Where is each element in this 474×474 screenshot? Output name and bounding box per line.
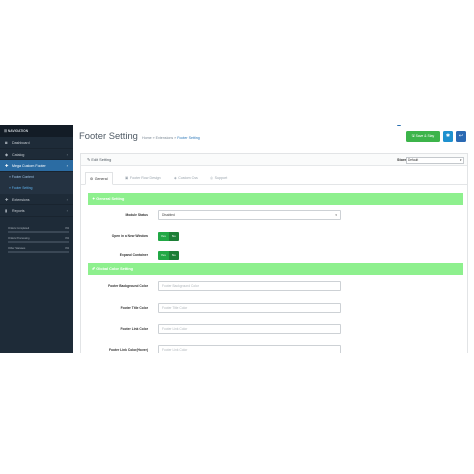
sidebar-subitem-footer-content[interactable]: » Footer Content bbox=[0, 171, 73, 183]
progress-label: Other Statuses bbox=[8, 246, 26, 250]
breadcrumb-home[interactable]: Home bbox=[142, 136, 152, 140]
expand-container-toggle[interactable]: Yes No bbox=[158, 250, 179, 260]
footer-link-hover-color-label: Footer Link Color(Hover) bbox=[108, 348, 148, 352]
expand-container-label: Expand Container bbox=[119, 253, 148, 257]
bar-chart-icon: ▮ bbox=[5, 208, 8, 213]
sidebar-item-label: Extensions bbox=[12, 197, 30, 202]
order-status-progress: Orders Completed 0% Orders Processing 0% O… bbox=[8, 227, 69, 253]
footer-link-color-label: Footer Link Color bbox=[120, 327, 148, 331]
chevron-down-icon: › bbox=[66, 163, 68, 168]
global-color-setting-header: ✐ Global Color Setting bbox=[88, 263, 463, 275]
page-title: Footer Setting bbox=[79, 130, 138, 141]
breadcrumb-separator: » bbox=[152, 136, 155, 140]
gear-icon: ⚙ bbox=[90, 177, 94, 181]
chevron-right-icon: › bbox=[66, 208, 68, 213]
sidebar-item-dashboard[interactable]: ◙ Dashboard bbox=[0, 137, 73, 149]
back-button[interactable]: ↩ bbox=[456, 131, 466, 142]
panel-title-text: Edit Setting bbox=[91, 157, 112, 162]
progress-orders-processing: Orders Processing 0% bbox=[8, 237, 69, 243]
reply-icon: ↩ bbox=[458, 133, 464, 139]
module-status-value: Disabled bbox=[162, 213, 175, 217]
progress-label: Orders Processing bbox=[8, 236, 30, 240]
sidebar-item-reports[interactable]: ▮ Reports › bbox=[0, 205, 73, 217]
chevron-down-icon: ▾ bbox=[459, 157, 462, 162]
progress-bar bbox=[8, 230, 69, 233]
footer-title-color-label: Footer Title Color bbox=[120, 306, 148, 310]
image-icon: ▣ bbox=[125, 176, 129, 180]
toggle-yes[interactable]: Yes bbox=[158, 231, 169, 241]
tab-label: Support bbox=[214, 176, 228, 180]
progress-value: 0% bbox=[65, 246, 69, 250]
sidebar-item-mega-custom-footer[interactable]: ✚ Mega Custom Footer › bbox=[0, 160, 73, 172]
tab-general[interactable]: ⚙ General bbox=[85, 172, 113, 185]
settings-tabs: ⚙ General ▣ Footer Row Design ◈ Custom Css … bbox=[81, 170, 467, 185]
chevron-down-icon: ▾ bbox=[335, 213, 337, 217]
sidebar-subitem-footer-setting[interactable]: » Footer Setting bbox=[0, 182, 73, 194]
progress-orders-completed: Orders Completed 0% bbox=[8, 227, 69, 233]
breadcrumb-separator: » bbox=[174, 136, 177, 140]
info-icon: ✱ bbox=[445, 133, 451, 139]
puzzle-piece-icon: ✚ bbox=[5, 196, 9, 202]
puzzle-icon: ✚ bbox=[5, 163, 9, 168]
progress-other-statuses: Other Statuses 0% bbox=[8, 247, 69, 253]
tag-icon: ◆ bbox=[5, 151, 9, 157]
general-setting-header: ✦ General Setting bbox=[88, 193, 463, 205]
toggle-no[interactable]: No bbox=[168, 250, 179, 260]
progress-bar bbox=[8, 240, 69, 243]
module-status-select[interactable]: Disabled ▾ bbox=[158, 210, 341, 220]
edit-setting-panel: ✎ Edit Setting Store Default ▾ ⚙ General … bbox=[80, 153, 468, 353]
panel-title: ✎ Edit Setting bbox=[87, 154, 111, 166]
open-new-window-label: Open in a New Window bbox=[111, 234, 148, 238]
breadcrumb-extensions[interactable]: Extensions bbox=[156, 136, 174, 140]
save-and-stay-button[interactable]: 🖫 Save & Stay bbox=[406, 131, 440, 142]
tab-label: Custom Css bbox=[178, 176, 198, 180]
save-button-label: Save & Stay bbox=[415, 134, 435, 138]
breadcrumb: Home » Extensions » Footer Setting bbox=[142, 136, 200, 140]
chevron-right-icon: › bbox=[66, 196, 68, 202]
footer-link-hover-color-input[interactable]: Footer Link Color bbox=[158, 345, 341, 353]
info-button[interactable]: ✱ bbox=[443, 131, 453, 142]
panel-heading: ✎ Edit Setting Store Default ▾ bbox=[81, 154, 467, 166]
progress-bar bbox=[8, 250, 69, 253]
sidebar-item-label: Dashboard bbox=[12, 141, 30, 145]
footer-bg-color-input[interactable]: Footer Background Color bbox=[158, 281, 341, 291]
store-select[interactable]: Default ▾ bbox=[406, 156, 464, 164]
dashboard-icon: ◙ bbox=[5, 140, 8, 145]
breadcrumb-current[interactable]: Footer Setting bbox=[177, 136, 200, 140]
main-content: Footer Setting Home » Extensions » Foote… bbox=[73, 125, 474, 353]
tab-label: General bbox=[94, 177, 108, 181]
progress-label: Orders Completed bbox=[8, 226, 30, 230]
toggle-no[interactable]: No bbox=[168, 231, 179, 241]
loading-indicator bbox=[397, 125, 401, 126]
footer-title-color-input[interactable]: Footer Title Color bbox=[158, 303, 341, 313]
sidebar-item-catalog[interactable]: ◆ Catalog › bbox=[0, 149, 73, 160]
tab-footer-row-design[interactable]: ▣ Footer Row Design bbox=[125, 172, 161, 185]
sidebar-item-extensions[interactable]: ✚ Extensions › bbox=[0, 194, 73, 205]
chevron-right-icon: › bbox=[66, 151, 68, 157]
sidebar-item-label: Mega Custom Footer bbox=[12, 164, 46, 168]
store-select-value: Default bbox=[408, 157, 419, 162]
tab-support[interactable]: ◎ Support bbox=[210, 172, 227, 185]
navigation-title: NAVIGATION bbox=[7, 129, 29, 133]
toggle-yes[interactable]: Yes bbox=[158, 250, 169, 260]
section-title: General Setting bbox=[96, 197, 125, 201]
tab-label: Footer Row Design bbox=[129, 176, 161, 180]
section-title: Global Color Setting bbox=[96, 267, 133, 271]
open-new-window-toggle[interactable]: Yes No bbox=[158, 231, 179, 241]
progress-value: 0% bbox=[65, 236, 69, 240]
support-icon: ◎ bbox=[210, 176, 214, 180]
module-status-label: Module Status bbox=[125, 213, 148, 217]
footer-bg-color-label: Footer Background Color bbox=[108, 284, 148, 288]
sidebar-item-label: Catalog bbox=[12, 152, 25, 157]
progress-value: 0% bbox=[65, 226, 69, 230]
navigation-header: ☰ NAVIGATION bbox=[0, 125, 73, 137]
sidebar: ☰ NAVIGATION ◙ Dashboard ◆ Catalog › ✚ Mega… bbox=[0, 125, 73, 353]
footer-link-color-input[interactable]: Footer Link Color bbox=[158, 324, 341, 334]
code-icon: ◈ bbox=[174, 176, 177, 180]
admin-screenshot: ☰ NAVIGATION ◙ Dashboard ◆ Catalog › ✚ Mega… bbox=[0, 125, 474, 353]
sidebar-item-label: Reports bbox=[12, 209, 25, 213]
tab-custom-css[interactable]: ◈ Custom Css bbox=[174, 172, 198, 185]
